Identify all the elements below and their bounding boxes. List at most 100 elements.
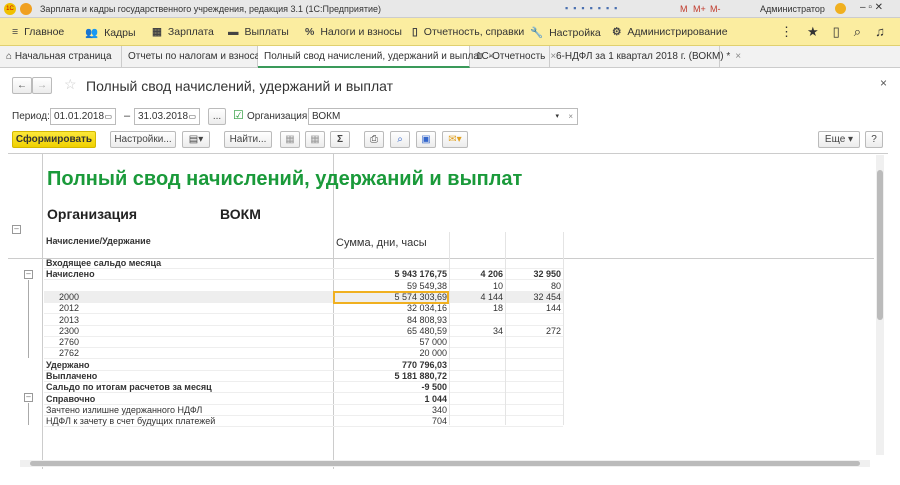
user-name[interactable]: Администратор — [760, 4, 825, 14]
collapse-group-icon[interactable]: – — [24, 270, 33, 279]
menu-payments[interactable]: ▬ Выплаты — [228, 26, 289, 38]
more-button[interactable]: Еще ▾ — [818, 131, 860, 148]
scroll-thumb[interactable] — [877, 170, 883, 320]
memory-mplus-button[interactable]: M+ — [693, 4, 706, 14]
sections-panel: ≡ Главное 👥 Кадры ▦ Зарплата ▬ Выплаты % Нало… — [0, 18, 900, 46]
memory-mminus-button[interactable]: M- — [710, 4, 721, 14]
table-row[interactable]: Сальдо по итогам расчетов за месяц -9 500 — [44, 382, 563, 394]
table-row[interactable]: 2000 5 574 303,69 4 144 32 454 — [44, 291, 563, 303]
table-row[interactable]: 2762 20 000 — [44, 348, 563, 360]
tab-tax-reports[interactable]: Отчеты по налогам и взносам× — [122, 46, 278, 68]
row-value: 80 — [550, 280, 561, 291]
collapse-group-icon[interactable]: – — [12, 225, 21, 234]
menu-main[interactable]: ≡ Главное — [12, 26, 64, 38]
expand-groups-button[interactable]: ▦ — [280, 131, 300, 148]
close-form-icon[interactable]: × — [880, 76, 887, 90]
tree-line — [28, 280, 29, 358]
row-label: Сальдо по итогам расчетов за месяц — [46, 382, 212, 393]
tab-full-summary[interactable]: Полный свод начислений, удержаний и выпл… — [258, 46, 494, 68]
row-label: НДФЛ к зачету в счет будущих платежей — [46, 416, 216, 427]
toolbar-icons[interactable]: ▪▪▪▪▪▪▪ — [565, 3, 622, 13]
close-icon[interactable]: × — [735, 51, 741, 62]
report-org-label: Организация — [47, 206, 138, 222]
card-icon: ▬ — [228, 26, 239, 38]
preview-button[interactable]: ⌕ — [390, 131, 410, 148]
table-row[interactable]: Удержано 770 796,03 — [44, 360, 563, 371]
menu-settings[interactable]: 🔧 Настройка — [530, 26, 601, 40]
row-value: 704 — [431, 416, 447, 427]
tab-6ndfl[interactable]: 6-НДФЛ за 1 квартал 2018 г. (ВОКМ) * × — [550, 46, 741, 68]
scroll-thumb[interactable] — [30, 461, 860, 466]
report-org-value: ВОКМ — [220, 206, 261, 222]
menu-hr[interactable]: 👥 Кадры — [85, 26, 136, 40]
report-title: Полный свод начислений, удержаний и выпл… — [47, 168, 523, 190]
back-button[interactable]: ← — [12, 77, 32, 94]
horizontal-scrollbar[interactable] — [20, 460, 870, 467]
memory-m-button[interactable]: M — [680, 4, 688, 14]
find-button[interactable]: Найти... — [224, 131, 272, 148]
calendar-icon[interactable]: ▭ — [188, 109, 196, 124]
form-title: Полный свод начислений, удержаний и выпл… — [86, 78, 394, 94]
menu-taxes[interactable]: % Налоги и взносы — [305, 26, 402, 38]
table-row[interactable]: Начислено 5 943 176,75 4 206 32 950 — [44, 269, 563, 281]
panel-icons[interactable]: ⋮★▯⌕♫ — [780, 24, 899, 40]
table-row[interactable]: Зачтено излишне удержанного НДФЛ 340 — [44, 405, 563, 416]
table-row[interactable]: 2760 57 000 — [44, 337, 563, 349]
tab-home[interactable]: ⌂ Начальная страница — [0, 46, 122, 68]
date-from-value: 01.01.2018 — [54, 111, 105, 122]
save-button[interactable]: ▣ — [416, 131, 436, 148]
help-button[interactable]: ? — [865, 131, 883, 148]
print-button[interactable]: ⎙ — [364, 131, 384, 148]
table-row[interactable]: НДФЛ к зачету в счет будущих платежей 704 — [44, 416, 563, 428]
date-to-value: 31.03.2018 — [138, 111, 189, 122]
menu-salary[interactable]: ▦ Зарплата — [152, 26, 214, 38]
period-select-button[interactable]: ... — [208, 108, 226, 125]
row-value: 340 — [431, 404, 447, 415]
send-email-button[interactable]: ✉▾ — [442, 131, 468, 148]
table-row[interactable]: 2012 32 034,16 18 144 — [44, 303, 563, 315]
row-label: Выплачено — [46, 371, 98, 381]
date-from-input[interactable]: 01.01.2018 ▭ — [50, 108, 116, 125]
menu-label: Главное — [24, 26, 65, 38]
table-row[interactable]: 59 549,38 10 80 — [44, 281, 563, 292]
generate-button[interactable]: Сформировать — [12, 131, 96, 148]
menu-label: Выплаты — [244, 26, 289, 38]
org-checkbox[interactable]: ☑ — [233, 108, 244, 122]
info-icon[interactable] — [835, 3, 846, 14]
table-row[interactable]: Справочно 1 044 — [44, 394, 563, 405]
row-label: 2300 — [59, 325, 80, 336]
org-value: ВОКМ — [312, 111, 341, 122]
row-value: 32 034,16 — [406, 303, 447, 314]
selected-cell[interactable] — [333, 290, 449, 304]
window-controls[interactable]: – ▫ ✕ — [860, 2, 883, 13]
favorite-star-icon[interactable]: ☆ — [64, 76, 77, 93]
dropdown-icon[interactable]: ▾ — [555, 109, 559, 124]
table-row[interactable]: 2300 65 480,59 34 272 — [44, 326, 563, 337]
table-row[interactable]: Выплачено 5 181 880,72 — [44, 371, 563, 382]
app-menu-icon[interactable] — [20, 3, 32, 15]
calendar-icon[interactable]: ▭ — [104, 109, 112, 124]
menu-admin[interactable]: ⚙ Администрирование — [612, 26, 728, 38]
collapse-group-icon[interactable]: – — [24, 393, 33, 402]
sum-button[interactable]: Σ — [330, 131, 350, 148]
table-row[interactable]: Входящее сальдо месяца — [44, 258, 563, 269]
tab-1c-reporting[interactable]: 1С-Отчетность × — [470, 46, 556, 68]
org-input[interactable]: ВОКМ ▾ × — [308, 108, 578, 125]
forward-button[interactable]: → — [32, 77, 52, 94]
column-divider — [505, 232, 506, 425]
menu-reports[interactable]: ▯ Отчетность, справки — [412, 26, 524, 38]
clear-icon[interactable]: × — [568, 109, 573, 124]
tab-label: 1С-Отчетность — [476, 51, 546, 62]
row-value: 65 480,59 — [406, 325, 447, 336]
date-to-input[interactable]: 31.03.2018 ▭ — [134, 108, 200, 125]
title-bar: 1С Зарплата и кадры государственного учр… — [0, 0, 900, 18]
collapse-groups-button[interactable]: ▦ — [305, 131, 325, 148]
variant-button[interactable]: ▤▾ — [182, 131, 210, 148]
tree-line — [28, 403, 29, 425]
window-title: Зарплата и кадры государственного учрежд… — [40, 4, 381, 14]
table-row[interactable]: 2013 84 808,93 — [44, 315, 563, 326]
vertical-scrollbar[interactable] — [876, 155, 884, 455]
settings-button[interactable]: Настройки... — [110, 131, 176, 148]
row-value: 1 044 — [424, 393, 447, 404]
menu-label: Налоги и взносы — [320, 26, 402, 38]
